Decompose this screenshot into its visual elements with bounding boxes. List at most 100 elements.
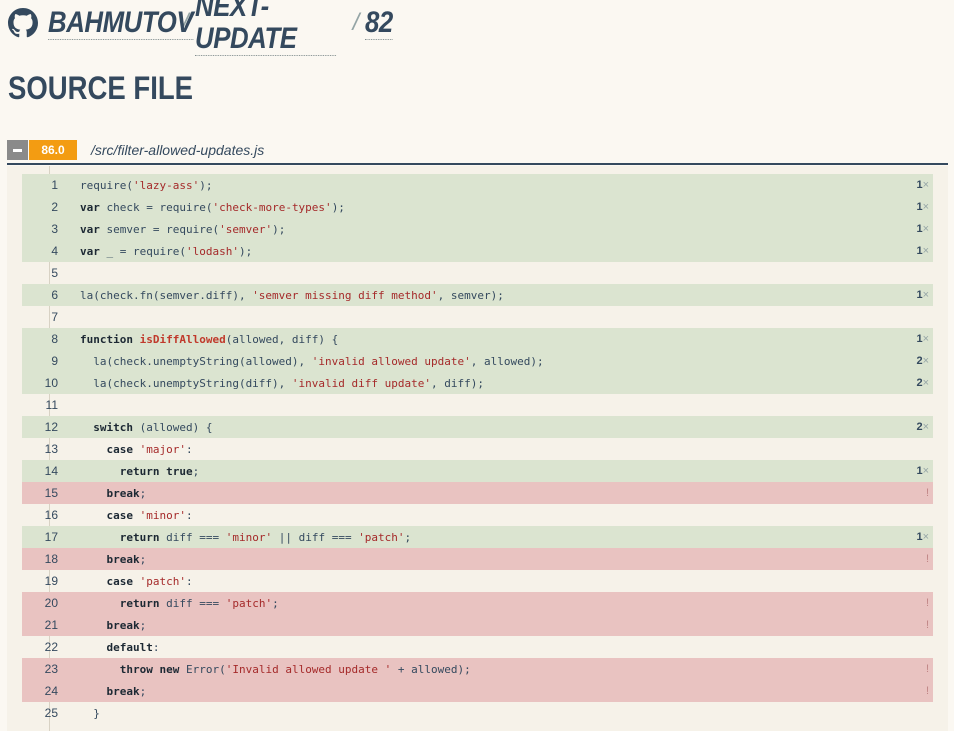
hit-count: 1× <box>905 201 933 213</box>
line-number[interactable]: 22 <box>22 640 64 654</box>
line-number[interactable]: 20 <box>22 596 64 610</box>
line-number[interactable]: 8 <box>22 332 64 346</box>
code-token: 'invalid allowed update' <box>311 354 471 368</box>
line-number[interactable]: 19 <box>22 574 64 588</box>
code-token: return <box>119 596 160 610</box>
line-number[interactable]: 5 <box>22 266 64 280</box>
line-number[interactable]: 9 <box>22 354 64 368</box>
code-token: 'semver' <box>219 222 273 236</box>
line-source: case 'patch': <box>80 575 905 588</box>
line-number[interactable]: 1 <box>22 178 64 192</box>
line-number[interactable]: 17 <box>22 530 64 544</box>
line-source: return true; <box>80 465 905 478</box>
line-number[interactable]: 7 <box>22 310 64 324</box>
code-token: break <box>106 486 140 500</box>
code-token: case <box>106 442 134 456</box>
code-token: ; <box>139 684 147 698</box>
code-token: case <box>106 574 134 588</box>
line-source: break; <box>80 487 905 500</box>
code-token: la(check.fn(semver.diff), <box>80 288 253 302</box>
hit-count: 2× <box>905 355 933 367</box>
code-token: || diff === <box>272 530 359 544</box>
uncovered-marker: ! <box>905 597 933 609</box>
source-code-view: 1 require('lazy-ass'); 1× 2 var check = requ… <box>7 166 948 731</box>
code-token: ); <box>272 222 286 236</box>
code-line: 21 break;! <box>22 614 933 636</box>
code-token: 'lodash' <box>185 244 239 258</box>
hit-count: 2× <box>905 421 933 433</box>
times-icon: × <box>922 377 929 389</box>
code-token: check = require( <box>99 200 213 214</box>
line-source: break; <box>80 685 905 698</box>
code-token: default <box>106 640 153 654</box>
line-number[interactable]: 2 <box>22 200 64 214</box>
line-number[interactable]: 25 <box>22 706 64 720</box>
breadcrumb-separator: / <box>352 9 360 36</box>
code-line: 24 break;! <box>22 680 933 702</box>
line-number[interactable]: 24 <box>22 684 64 698</box>
page-title: SOURCE FILE <box>8 70 194 106</box>
code-line: 8 function isDiffAllowed(allowed, diff) {… <box>22 328 933 350</box>
line-source: var check = require('check-more-types'); <box>80 201 905 214</box>
github-icon[interactable] <box>8 8 38 38</box>
code-token: require( <box>80 178 133 192</box>
line-number[interactable]: 13 <box>22 442 64 456</box>
times-icon: × <box>922 465 929 477</box>
code-line: 2 var check = require('check-more-types')… <box>22 196 933 218</box>
hit-count: 1× <box>905 245 933 257</box>
line-number[interactable]: 18 <box>22 552 64 566</box>
line-number[interactable]: 21 <box>22 618 64 632</box>
code-token: 'semver missing diff method' <box>252 288 438 302</box>
repo-link[interactable]: NEXT-UPDATE <box>194 0 336 56</box>
line-number[interactable]: 23 <box>22 662 64 676</box>
code-token: : <box>185 508 193 522</box>
code-line: 10 la(check.unemptyString(diff), 'invali… <box>22 372 933 394</box>
code-token: throw new <box>119 662 180 676</box>
line-number[interactable]: 14 <box>22 464 64 478</box>
code-token: var <box>80 244 100 258</box>
uncovered-icon: ! <box>925 597 929 609</box>
collapse-toggle-button[interactable] <box>7 140 28 160</box>
uncovered-icon: ! <box>925 663 929 675</box>
coverage-score-badge: 86.0 <box>29 140 77 160</box>
line-source: break; <box>80 553 905 566</box>
code-token: 'patch' <box>358 530 405 544</box>
code-token: 'patch' <box>139 574 186 588</box>
line-number[interactable]: 6 <box>22 288 64 302</box>
code-token: ; <box>404 530 412 544</box>
line-number[interactable]: 4 <box>22 244 64 258</box>
code-token: var <box>80 222 100 236</box>
code-token: 'lazy-ass' <box>132 178 200 192</box>
hit-count: 1× <box>905 223 933 235</box>
code-line: 3 var semver = require('semver'); 1× <box>22 218 933 240</box>
uncovered-marker: ! <box>905 685 933 697</box>
line-number[interactable]: 10 <box>22 376 64 390</box>
line-number[interactable]: 11 <box>22 398 64 412</box>
times-icon: × <box>922 245 929 257</box>
times-icon: × <box>922 421 929 433</box>
code-line: 20 return diff === 'patch';! <box>22 592 933 614</box>
line-source: var _ = require('lodash'); <box>80 245 905 258</box>
line-number[interactable]: 12 <box>22 420 64 434</box>
line-source: break; <box>80 619 905 632</box>
build-link[interactable]: 82 <box>365 6 394 40</box>
code-token: break <box>106 618 140 632</box>
code-token: la(check.unemptyString(allowed), <box>80 354 312 368</box>
code-token: + allowed); <box>391 662 471 676</box>
owner-link[interactable]: BAHMUTOV <box>48 6 194 40</box>
uncovered-icon: ! <box>925 487 929 499</box>
code-token: (allowed) { <box>133 420 213 434</box>
line-number[interactable]: 15 <box>22 486 64 500</box>
times-icon: × <box>922 201 929 213</box>
code-line: 16 case 'minor': <box>22 504 933 526</box>
code-line: 13 case 'major': <box>22 438 933 460</box>
code-line: 15 break;! <box>22 482 933 504</box>
uncovered-marker: ! <box>905 487 933 499</box>
line-number[interactable]: 16 <box>22 508 64 522</box>
code-token: Error( <box>179 662 226 676</box>
line-number[interactable]: 3 <box>22 222 64 236</box>
